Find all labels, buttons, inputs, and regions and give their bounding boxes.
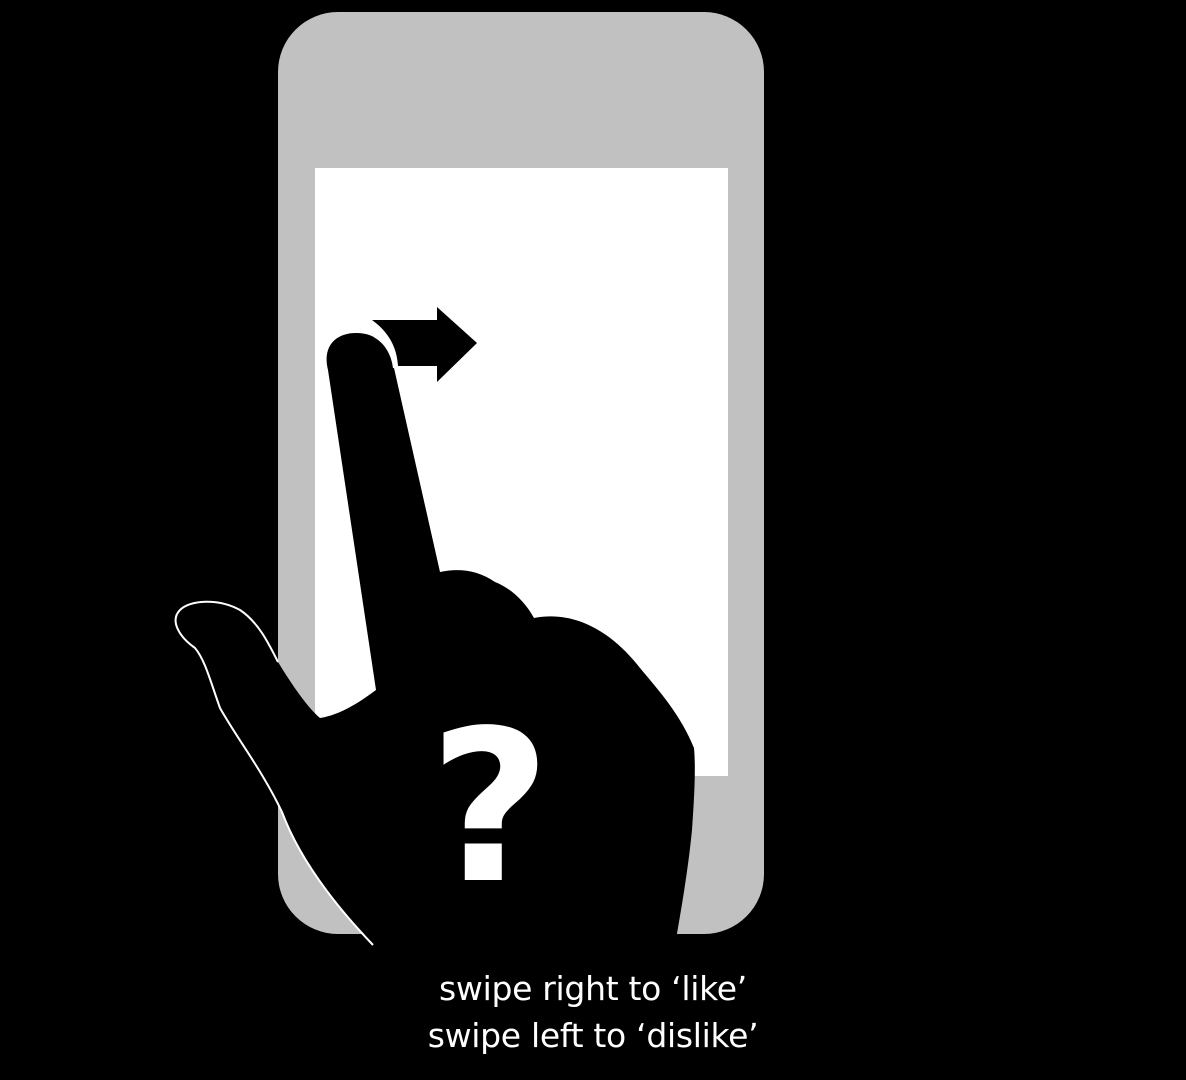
caption-dislike: swipe left to ‘dislike’ — [427, 1016, 759, 1055]
caption-like: swipe right to ‘like’ — [439, 969, 747, 1008]
question-mark-icon: ? — [429, 685, 551, 930]
swipe-gesture-illustration: ? — [174, 12, 764, 946]
